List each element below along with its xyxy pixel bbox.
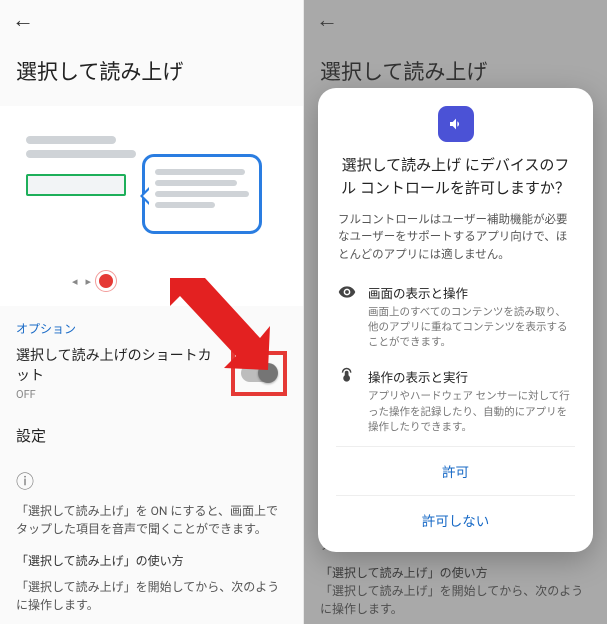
shortcut-state: OFF <box>16 388 223 401</box>
permission-row-1: 画面の表示と操作 画面上のすべてのコンテンツを読み取り、他のアプリに重ねてコンテ… <box>336 277 575 362</box>
page-title: 選択して読み上げ <box>0 40 303 106</box>
deny-button[interactable]: 許可しない <box>336 495 575 544</box>
shortcut-toggle[interactable] <box>241 364 277 382</box>
illustration-play-controls: ◂ ▸ <box>72 274 113 288</box>
dialog-description: フルコントロールはユーザー補助機能が必要なユーザーをサポートするアプリ向けで、ほ… <box>336 199 575 277</box>
help-text-1: 「選択して読み上げ」を ON にすると、画面上でタップした項目を音声で聞くことが… <box>0 498 303 542</box>
info-icon: ⓘ <box>0 456 303 498</box>
permission-row-2: 操作の表示と実行 アプリやハードウェア センサーに対して行った操作を記録したり、… <box>336 361 575 446</box>
annotation-highlight <box>231 351 287 396</box>
permission-dialog: 選択して読み上げ にデバイスのフル コントロールを許可しますか？ フルコントロー… <box>318 88 593 552</box>
help-text-3: ・ 聞きたい項目（テキストや画像）をタップ <box>0 618 303 624</box>
record-icon <box>99 274 113 288</box>
play-icon: ▸ <box>86 275 92 288</box>
dialog-title: 選択して読み上げ にデバイスのフル コントロールを許可しますか？ <box>336 154 575 199</box>
perm1-body: 画面上のすべてのコンテンツを読み取り、他のアプリに重ねてコンテンツを表示すること… <box>368 304 573 350</box>
shortcut-title: 選択して読み上げのショートカット <box>16 347 223 386</box>
illustration-text-lines <box>26 136 136 164</box>
eye-icon <box>338 283 358 350</box>
screen-left: ← 選択して読み上げ ◂ ▸ オプション 選択して読み上げのショートカット OF… <box>0 0 303 624</box>
screen-right: ← 選択して読み上げ 「選択して読み上げ」を ON にすると、画面上でタップした… <box>304 0 607 624</box>
back-icon[interactable]: ← <box>12 7 34 33</box>
topbar: ← <box>0 0 303 40</box>
perm2-body: アプリやハードウェア センサーに対して行った操作を記録したり、自動的にアプリを操… <box>368 388 573 434</box>
settings-heading[interactable]: 設定 <box>0 403 303 456</box>
app-icon <box>438 106 474 142</box>
help-subheading: 「選択して読み上げ」の使い方 <box>0 542 303 574</box>
allow-button[interactable]: 許可 <box>336 446 575 495</box>
help-text-2: 「選択して読み上げ」を開始してから、次のように操作します。 <box>0 574 303 618</box>
shortcut-row[interactable]: 選択して読み上げのショートカット OFF <box>0 341 303 403</box>
prev-icon: ◂ <box>72 275 78 288</box>
illustration-selection-box <box>26 174 126 196</box>
options-label: オプション <box>0 306 303 341</box>
perm1-title: 画面の表示と操作 <box>368 283 573 302</box>
illustration-card: ◂ ▸ <box>0 106 303 306</box>
perm2-title: 操作の表示と実行 <box>368 367 573 386</box>
illustration-speech-bubble <box>142 154 262 234</box>
touch-icon <box>338 367 358 434</box>
